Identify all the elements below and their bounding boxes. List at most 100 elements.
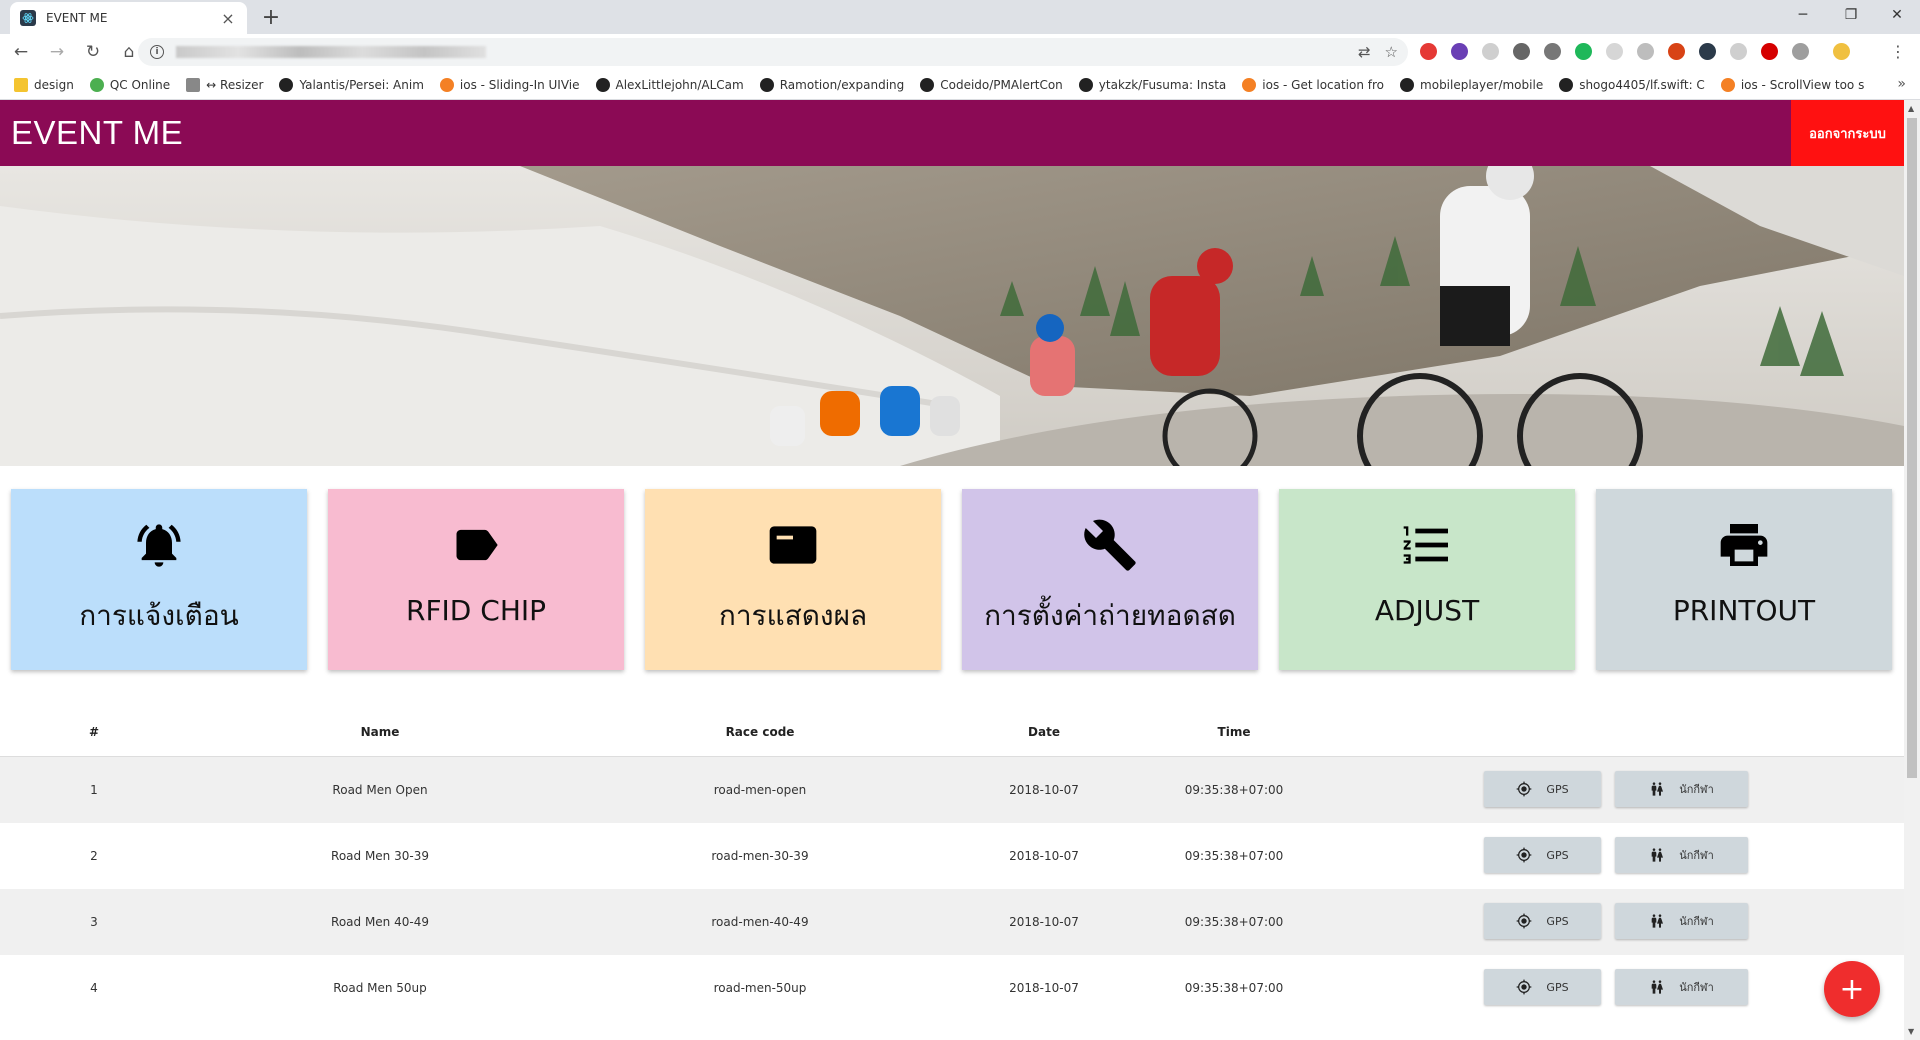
browser-tab[interactable]: EVENT ME × bbox=[10, 2, 247, 34]
folder-icon bbox=[14, 77, 28, 92]
extension-icon[interactable] bbox=[1637, 43, 1654, 60]
athletes-label: นักกีฬา bbox=[1679, 783, 1714, 796]
athletes-button[interactable]: นักกีฬา bbox=[1615, 837, 1748, 873]
add-race-fab[interactable]: + bbox=[1824, 961, 1880, 1017]
cell-date: 2018-10-07 bbox=[1009, 915, 1079, 929]
cell-name: Road Men Open bbox=[332, 783, 428, 797]
card-display[interactable]: การแสดงผล bbox=[645, 489, 941, 670]
extension-icon[interactable] bbox=[1699, 43, 1716, 60]
restore-icon[interactable]: ❐ bbox=[1828, 0, 1874, 30]
card-printout[interactable]: PRINTOUT bbox=[1596, 489, 1892, 670]
bookmark-item[interactable]: shogo4405/lf.swift: C bbox=[1559, 77, 1705, 92]
bookmark-label: Codeido/PMAlertCon bbox=[940, 77, 1063, 92]
extension-icon[interactable] bbox=[1482, 43, 1499, 60]
cell-name: Road Men 50up bbox=[333, 981, 427, 995]
new-tab-button[interactable]: + bbox=[258, 5, 284, 30]
card-label: การแจ้งเตือน bbox=[79, 599, 239, 632]
bookmark-item[interactable]: ytakzk/Fusuma: Insta bbox=[1078, 77, 1226, 92]
scrollbar-thumb[interactable] bbox=[1907, 118, 1917, 778]
back-icon[interactable]: ← bbox=[6, 37, 36, 67]
cell-race-code: road-men-30-39 bbox=[711, 849, 809, 863]
athletes-label: นักกีฬา bbox=[1679, 915, 1714, 928]
bookmark-item[interactable]: ios - ScrollView too s bbox=[1720, 77, 1864, 92]
card-label: PRINTOUT bbox=[1672, 594, 1816, 627]
card-adjust[interactable]: ADJUST bbox=[1279, 489, 1575, 670]
info-icon[interactable]: i bbox=[150, 45, 164, 59]
athletes-icon bbox=[1651, 980, 1664, 994]
athletes-label: นักกีฬา bbox=[1679, 849, 1714, 862]
gps-button[interactable]: GPS bbox=[1484, 969, 1601, 1005]
bookmark-label: AlexLittlejohn/ALCam bbox=[615, 77, 744, 92]
bookmark-item[interactable]: QC Online bbox=[89, 77, 171, 92]
close-window-icon[interactable]: ✕ bbox=[1874, 0, 1920, 30]
reload-icon[interactable]: ↻ bbox=[78, 37, 108, 67]
bookmark-item[interactable]: ios - Sliding-In UIVie bbox=[439, 77, 580, 92]
more-bookmarks-icon[interactable]: » bbox=[1897, 76, 1906, 92]
bookmark-item[interactable]: ↔ Resizer bbox=[186, 77, 263, 92]
extension-icon[interactable] bbox=[1730, 43, 1747, 60]
card-label: RFID CHIP bbox=[405, 594, 547, 627]
card-label: ADJUST bbox=[1374, 594, 1480, 627]
address-bar[interactable]: i ⇄ ☆ bbox=[138, 38, 1408, 66]
header-race-code: Race code bbox=[725, 725, 795, 739]
forward-icon[interactable]: → bbox=[42, 37, 72, 67]
stackoverflow-icon bbox=[1242, 77, 1257, 92]
page-scrollbar[interactable]: ▲ ▼ bbox=[1904, 100, 1920, 1040]
cell-race-code: road-men-50up bbox=[713, 981, 807, 995]
extension-icon[interactable] bbox=[1451, 43, 1468, 60]
bookmark-label: QC Online bbox=[109, 77, 171, 92]
cell-name: Road Men 40-49 bbox=[331, 915, 429, 929]
card-rfid-chip[interactable]: RFID CHIP bbox=[328, 489, 624, 670]
github-icon bbox=[595, 77, 610, 92]
bookmark-item[interactable]: Ramotion/expanding bbox=[759, 77, 904, 92]
header-name: Name bbox=[360, 725, 400, 739]
gps-button[interactable]: GPS bbox=[1484, 771, 1601, 807]
adblock-icon[interactable] bbox=[1761, 43, 1778, 60]
bookmark-item[interactable]: design bbox=[14, 77, 74, 92]
card-label: การแสดงผล bbox=[718, 599, 868, 632]
bookmark-item[interactable]: Codeido/PMAlertCon bbox=[920, 77, 1063, 92]
extension-icon[interactable] bbox=[1420, 43, 1437, 60]
cell-number: 1 bbox=[90, 783, 98, 797]
extension-icon[interactable] bbox=[1668, 43, 1685, 60]
bookmark-item[interactable]: Yalantis/Persei: Anim bbox=[279, 77, 424, 92]
tab-close-icon[interactable]: × bbox=[219, 9, 237, 28]
cell-number: 3 bbox=[90, 915, 98, 929]
browser-menu-icon[interactable]: ⋮ bbox=[1890, 42, 1906, 61]
bell-icon bbox=[133, 518, 185, 572]
athletes-button[interactable]: นักกีฬา bbox=[1615, 903, 1748, 939]
athletes-button[interactable]: นักกีฬา bbox=[1615, 969, 1748, 1005]
extension-icon[interactable] bbox=[1544, 43, 1561, 60]
gps-button[interactable]: GPS bbox=[1484, 903, 1601, 939]
scroll-down-icon[interactable]: ▼ bbox=[1908, 1027, 1914, 1036]
printer-icon bbox=[1716, 518, 1772, 572]
table-header: # Name Race code Date Time bbox=[0, 710, 1904, 757]
github-icon bbox=[1559, 77, 1574, 92]
minimize-icon[interactable]: ─ bbox=[1780, 0, 1826, 30]
extension-icon[interactable] bbox=[1575, 43, 1592, 60]
extension-icon[interactable] bbox=[1513, 43, 1530, 60]
extension-icon[interactable] bbox=[1606, 43, 1623, 60]
wrench-icon bbox=[1082, 518, 1138, 572]
blurred-url bbox=[176, 46, 486, 58]
cell-name: Road Men 30-39 bbox=[331, 849, 429, 863]
logout-button[interactable]: ออกจากระบบ bbox=[1791, 100, 1904, 166]
bookmark-label: ios - Get location fro bbox=[1262, 77, 1385, 92]
profile-icon[interactable] bbox=[1833, 43, 1850, 60]
bookmark-star-icon[interactable]: ☆ bbox=[1385, 43, 1398, 61]
cell-race-code: road-men-40-49 bbox=[711, 915, 809, 929]
card-live-settings[interactable]: การตั้งค่าถ่ายทอดสด bbox=[962, 489, 1258, 670]
bookmark-item[interactable]: ios - Get location fro bbox=[1242, 77, 1385, 92]
athletes-icon bbox=[1651, 914, 1664, 928]
gps-label: GPS bbox=[1546, 848, 1569, 862]
display-card-icon bbox=[765, 518, 821, 572]
card-notifications[interactable]: การแจ้งเตือน bbox=[11, 489, 307, 670]
scroll-up-icon[interactable]: ▲ bbox=[1908, 104, 1914, 113]
translate-icon[interactable]: ⇄ bbox=[1358, 43, 1371, 61]
gps-button[interactable]: GPS bbox=[1484, 837, 1601, 873]
athletes-button[interactable]: นักกีฬา bbox=[1615, 771, 1748, 807]
gps-icon bbox=[1517, 979, 1532, 995]
extension-icon[interactable] bbox=[1792, 43, 1809, 60]
bookmark-item[interactable]: mobileplayer/mobile bbox=[1400, 77, 1543, 92]
bookmark-item[interactable]: AlexLittlejohn/ALCam bbox=[595, 77, 744, 92]
